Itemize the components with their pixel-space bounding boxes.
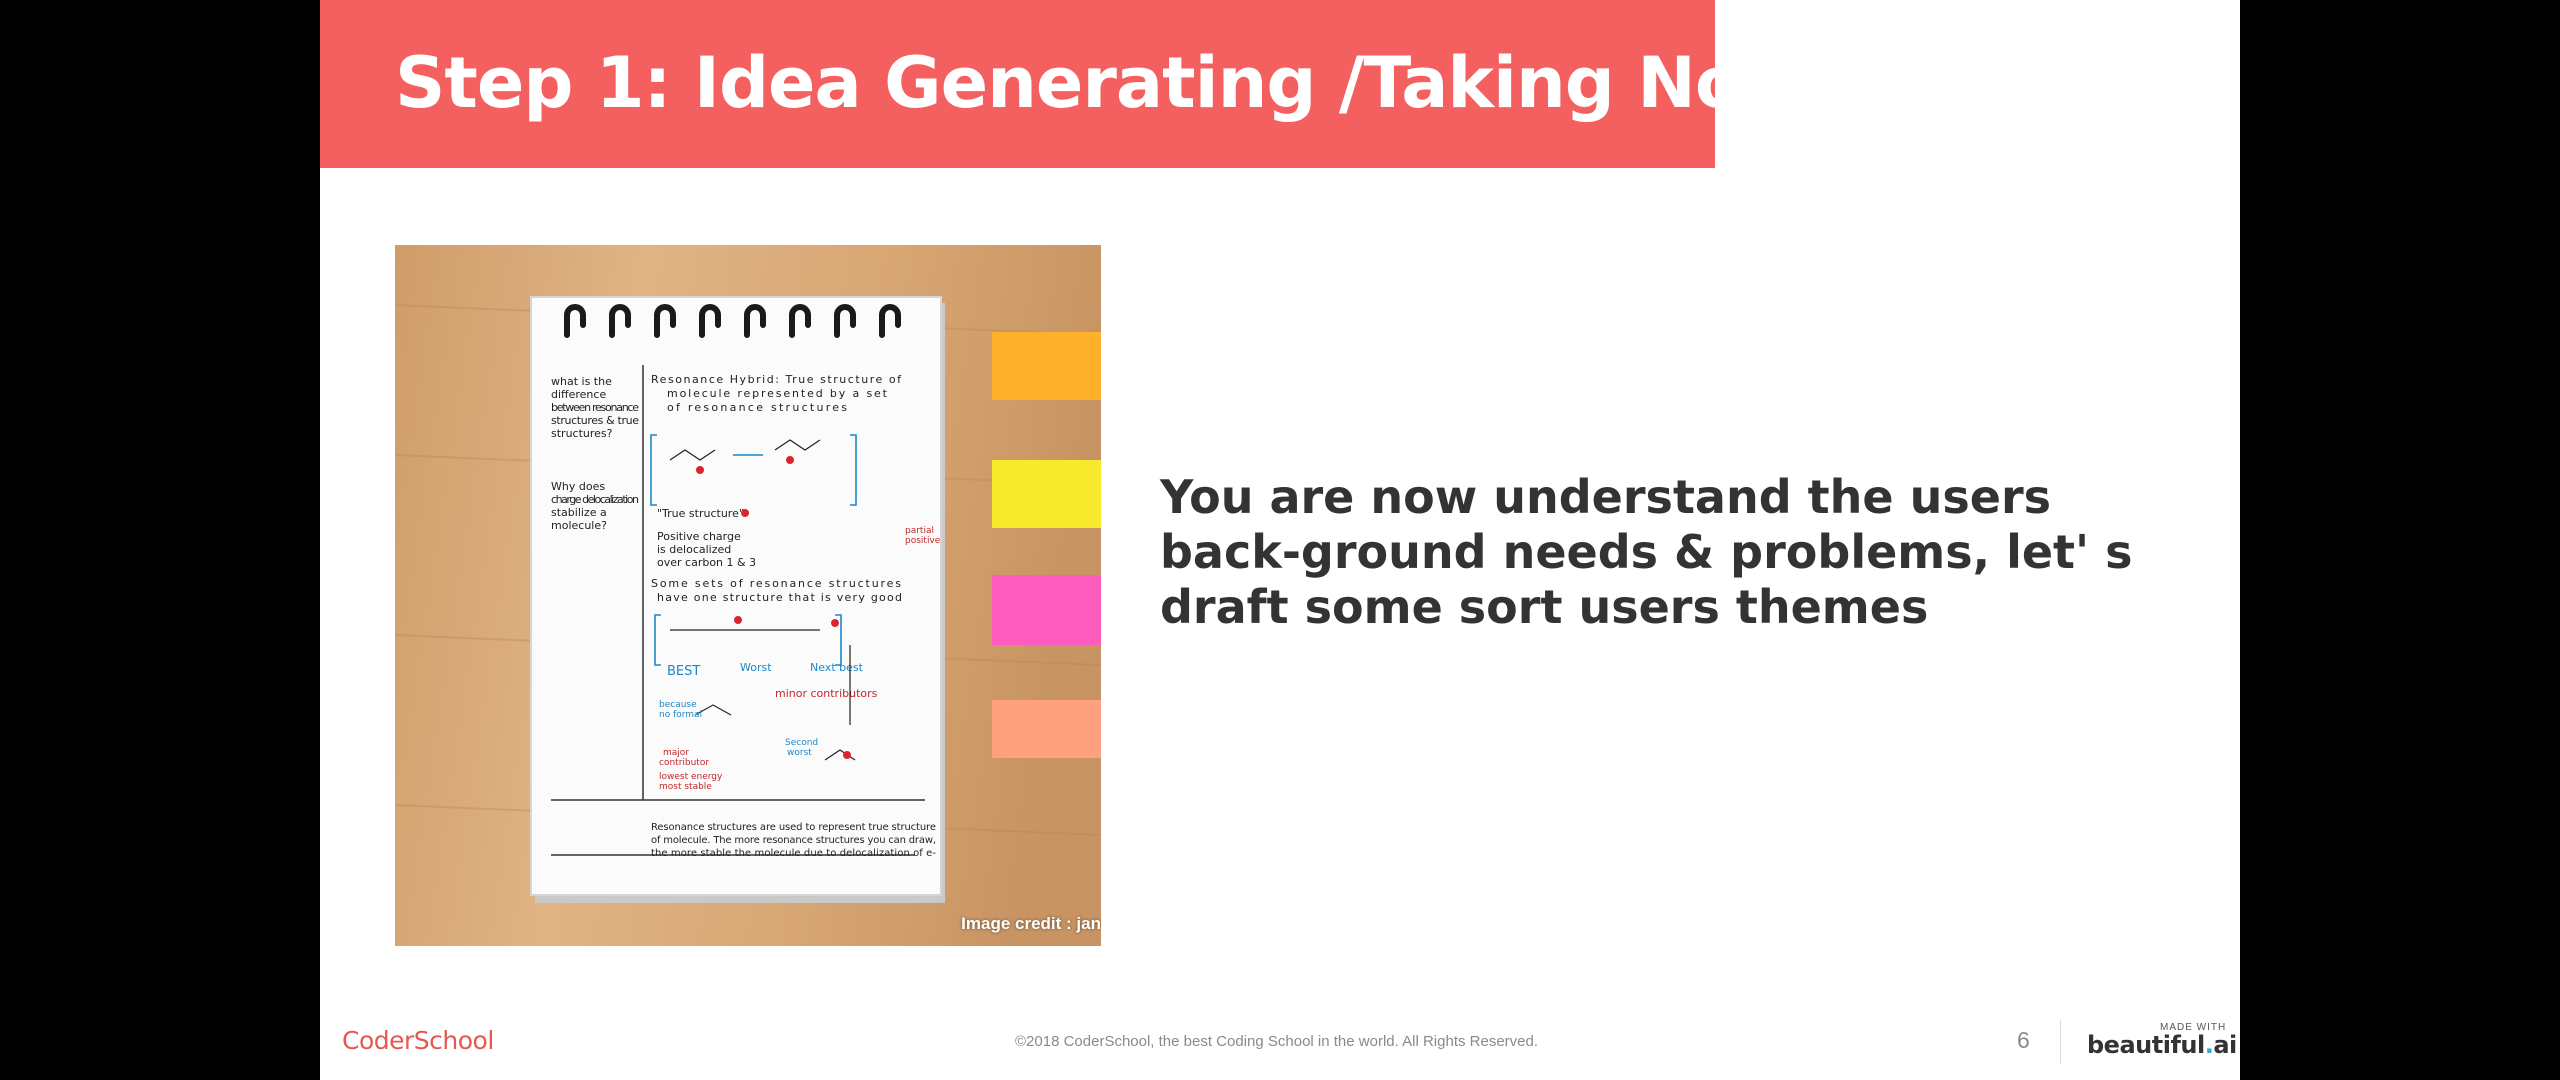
svg-text:Next best: Next best [810,661,864,674]
copyright-text: ©2018 CoderSchool, the best Coding Schoo… [1015,1033,1539,1050]
svg-text:is delocalized: is delocalized [657,543,731,556]
svg-text:Second: Second [785,738,818,748]
svg-text:structures & true: structures & true [551,414,639,427]
svg-text:most stable: most stable [659,782,712,792]
svg-text:Worst: Worst [740,661,772,674]
page-number: 6 [2017,1027,2030,1053]
svg-text:lowest energy: lowest energy [659,772,723,782]
sticky-note-peach [992,700,1101,758]
image-credit: Image credit : jan [961,914,1101,933]
sticky-note-orange [992,332,1101,400]
svg-text:charge delocalization: charge delocalization [551,493,639,506]
coderschool-logo: CoderSchool [342,1026,494,1055]
svg-text:no formal: no formal [659,710,702,720]
svg-text:major: major [663,748,689,758]
svg-text:molecule?: molecule? [551,519,607,532]
svg-text:positive: positive [905,536,941,546]
badge-ai-text: ai [2213,1031,2237,1059]
svg-text:because: because [659,700,697,710]
svg-text:over carbon 1 & 3: over carbon 1 & 3 [657,556,756,569]
sticky-note-pink [992,575,1101,645]
svg-text:between resonance: between resonance [551,401,639,414]
title-bar: Step 1: Idea Generating /Taking Notes [320,0,1863,168]
svg-text:what is the: what is the [551,375,612,388]
slide-title: Step 1: Idea Generating /Taking Notes [395,42,1863,124]
svg-text:Resonance Hybrid: True structu: Resonance Hybrid: True structure of [651,373,902,386]
svg-text:worst: worst [787,748,812,758]
svg-text:of resonance structures: of resonance structures [667,401,847,414]
footer-divider [2060,1020,2061,1064]
svg-text:minor contributors: minor contributors [775,687,878,700]
slide: Step 1: Idea Generating /Taking Notes wh… [320,0,2240,1080]
svg-text:of molecule. The more resonanc: of molecule. The more resonance structur… [651,835,936,846]
svg-text:difference: difference [551,388,606,401]
svg-text:have one structure that is ver: have one structure that is very good [657,591,902,604]
badge-text: beautiful [2087,1031,2205,1059]
notebook-photo: what is the difference between resonance… [395,245,1101,946]
svg-text:contributor: contributor [659,758,709,768]
svg-text:structures?: structures? [551,427,613,440]
svg-text:"True structure": "True structure" [657,507,744,520]
svg-text:the more stable the molecule d: the more stable the molecule due to delo… [651,848,936,859]
svg-text:BEST: BEST [667,664,700,679]
svg-text:Why does: Why does [551,480,605,493]
sticky-note-yellow [992,460,1101,528]
svg-text:Resonance structures are used: Resonance structures are used to represe… [651,822,936,833]
beautiful-ai-badge[interactable]: beautiful.ai [2087,1031,2237,1059]
svg-text:Positive charge: Positive charge [657,530,741,543]
svg-text:stabilize a: stabilize a [551,506,607,519]
body-text: You are now understand the users back-gr… [1160,470,2133,634]
svg-text:partial: partial [905,526,934,536]
